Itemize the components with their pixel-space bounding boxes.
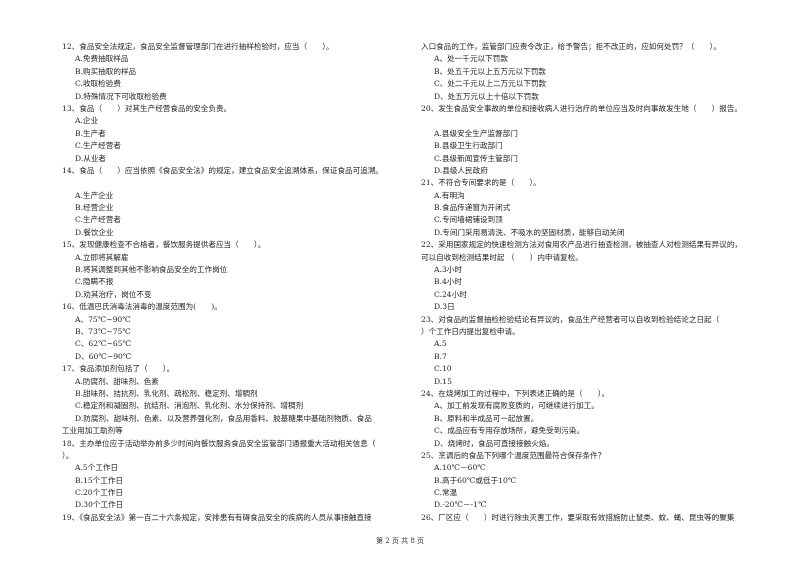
answer-option: C、成品应有专用存放场所，避免受到污染。 (434, 426, 585, 436)
answer-option: B.食品传递窗为开闭式 (434, 203, 511, 213)
answer-option: A.生产企业 (75, 190, 114, 200)
answer-option: C.生产经营者 (75, 215, 121, 225)
answer-option: B.经营企业 (75, 203, 114, 213)
answer-option: D、烧烤时，食品可直接接触火焰。 (434, 438, 554, 448)
answer-option: B.生产者 (75, 128, 106, 138)
answer-option: A.县级安全生产监督部门 (434, 128, 518, 138)
answer-option: B.将其调整到其他不影响食品安全的工作岗位 (75, 265, 228, 275)
question-text: 16、低温巴氏消毒法消毒的温度范围为( )。 (62, 302, 222, 312)
answer-option: C.专间墙裙铺设到顶 (434, 215, 503, 225)
question-text: 22、采用国家规定的快速检测方法对食用农产品进行抽查检测，被抽查人对检测结果有异… (421, 240, 743, 250)
answer-option: C.20个工作日 (75, 488, 123, 498)
answer-option: D.餐饮企业 (75, 227, 114, 237)
answer-option: B、73℃~75℃ (75, 326, 131, 336)
answer-option: A.防腐剂、甜味剂、色素 (75, 376, 159, 386)
question-text: 可以自收到检测结果时起 （ ）内申请复检。 (421, 252, 583, 262)
question-text: 26、厂区应（ ）时进行除虫灭害工作，要采取有效措施防止鼠类、蚊、蝇、昆虫等的聚… (421, 512, 735, 522)
answer-option: C.24小时 (434, 289, 467, 299)
answer-option: B、处五千元以上五万元以下罚款 (434, 66, 546, 76)
answer-option: C.常温 (434, 488, 458, 498)
question-text: 21、不符合专间要求的是（ ）。 (421, 178, 541, 188)
answer-option: B.4小时 (434, 277, 463, 287)
answer-option: C.生产经营者 (75, 141, 121, 151)
question-text: 15、发现健康检查不合格者，餐饮服务提供者应当（ ）。 (62, 240, 266, 250)
right-column: 入口食品的工作，监管部门应责令改正，给予警告；拒不改正的，应如何处罚？（ ）。 A… (421, 41, 766, 524)
answer-option: A、75℃~90℃ (75, 314, 131, 324)
question-text: 13、食品（ ）对其生产经营食品的安全负责。 (62, 103, 232, 113)
question-text: 17、食品添加剂包括了（ ）。 (62, 364, 175, 374)
question-text: ）。 (62, 450, 74, 460)
answer-option: B.购买抽取的样品 (75, 66, 137, 76)
answer-option: D.劝其治疗，岗位不变 (75, 289, 152, 299)
answer-option: D.县级人民政府 (434, 165, 488, 175)
question-text: 25、烹调后的食品下列哪个温度范围最符合保存条件？ (421, 450, 606, 460)
answer-option: C、处二千元以上二万元以下罚款 (434, 79, 547, 89)
answer-option: B.甜味剂、拮抗剂、乳化剂、疏松剂、稳定剂、增稠剂 (75, 388, 258, 398)
question-text: 24、在烧烤加工的过程中，下列表述正确的是（ ）。 (421, 388, 610, 398)
question-text: 工业用加工助剂等 (62, 426, 123, 436)
question-text: 14、食品（ ）应当依照《食品安全法》的规定，建立食品安全追溯体系，保证食品可追… (62, 165, 384, 175)
answer-option: B.县级卫生行政部门 (434, 141, 503, 151)
question-text: 23、对食品的监督抽检检验结论有异议的，食品生产经营者可以自收到检验结论之日起（ (421, 314, 720, 324)
question-text: 19、《食品安全法》第一百二十六条规定，安排患有有碍食品安全的疾病的人员从事接触… (62, 512, 372, 522)
answer-option: C.县级新闻宣传主管部门 (434, 153, 518, 163)
answer-option: D.30个工作日 (75, 500, 124, 510)
answer-option: A.免费抽取样品 (75, 54, 129, 64)
answer-option: C.收取检验费 (75, 79, 121, 89)
answer-option: D.15 (434, 376, 452, 386)
answer-option: A.5 (434, 339, 447, 349)
answer-option: D、处五万元以上十倍以下罚款 (434, 91, 539, 101)
answer-option: B、原料和半成品可一起放置。 (434, 413, 539, 423)
answer-option: D、60℃~90℃ (75, 351, 132, 361)
answer-option: A.企业 (75, 116, 99, 126)
left-column: 12、食品安全法规定，食品安全监督管理部门在进行抽样检验时，应当（ ）。 A.免费… (62, 41, 407, 524)
question-text: ）个工作日内提出复检申请。 (421, 326, 520, 336)
answer-option: D.-20℃－-1℃ (434, 500, 487, 510)
answer-option: B.7 (434, 351, 447, 361)
answer-option: C.10 (434, 364, 452, 374)
page-number: 第 2 页 共 8 页 (375, 537, 425, 545)
answer-option: D.3日 (434, 302, 455, 312)
question-text: 18、主办单位应于活动举办前多少时间向餐饮服务食品安全监管部门通报重大活动相关信… (62, 438, 376, 448)
question-text: 20、发生食品安全事故的单位和接收病人进行治疗的单位应当及时向事故发生地（ ）报… (421, 103, 743, 113)
answer-option: D.从业者 (75, 153, 107, 163)
answer-option: B.高于60℃或低于10℃ (434, 475, 517, 485)
answer-option: B.15个工作日 (75, 475, 124, 485)
question-text: 入口食品的工作，监管部门应责令改正，给予警告；拒不改正的，应如何处罚？（ ）。 (421, 42, 721, 51)
answer-option: A.5个工作日 (75, 463, 119, 473)
answer-option: C.稳定剂和凝固剂、抗结剂、消泡剂、乳化剂、水分保持剂、增稠剂 (75, 401, 304, 411)
answer-option: D.特殊情况下可收取检验费 (75, 91, 167, 101)
answer-option: D.专间门采用易清洗、不吸水的坚固材质，能够自动关闭 (434, 227, 625, 237)
answer-option: A.10℃－60℃ (434, 463, 486, 473)
answer-option: A、加工前发现有腐败变质的，可继续进行加工。 (434, 401, 599, 411)
question-text: 12、食品安全法规定，食品安全监督管理部门在进行抽样检验时，应当（ ）。 (62, 42, 334, 51)
answer-option: A.3小时 (434, 265, 462, 275)
answer-option: C、62℃~65℃ (75, 339, 132, 349)
answer-option: A.立即将其解雇 (75, 252, 129, 262)
answer-option: A、处一千元以下罚款 (434, 54, 508, 64)
answer-option: D.防腐剂、甜味剂、色素、以及营养强化剂，食品用香料、胶基糖果中基础剂物质、食品 (75, 413, 372, 423)
answer-option: A.有明沟 (434, 190, 465, 200)
answer-option: C.隐瞒不报 (75, 277, 114, 287)
